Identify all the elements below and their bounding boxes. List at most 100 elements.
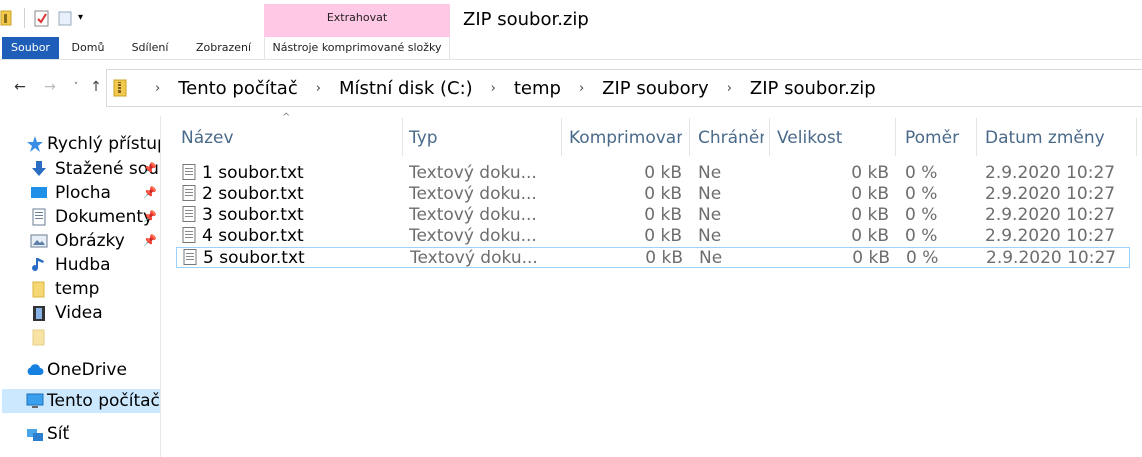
password-protected-cell: Ne [698,226,722,246]
sidebar-item-blurred-folder[interactable] [0,325,160,349]
breadcrumb-item[interactable]: ZIP soubory [602,78,709,99]
date-modified-cell: 2.9.2020 10:27 [985,226,1116,246]
sidebar-item-network[interactable]: Síť [0,422,160,446]
sidebar-item-temp[interactable]: temp [0,277,160,301]
column-header-password-protected[interactable]: Chráněno heslem [698,125,764,151]
column-divider[interactable] [561,118,562,156]
breadcrumb-separator[interactable]: › [316,81,321,96]
breadcrumb-separator[interactable]: › [579,81,584,96]
text-file-icon [182,164,196,180]
tab-sdileni[interactable]: Sdílení [117,37,183,59]
toolbar-separator [24,8,25,28]
file-name-cell[interactable]: 5 soubor.txt [183,248,403,269]
music-icon [32,258,44,272]
sidebar-item-documents[interactable]: Dokumenty 📌 [0,205,160,229]
sidebar-item-label: Tento počítač [47,391,160,411]
text-file-icon [182,206,196,222]
column-divider[interactable] [976,118,977,156]
breadcrumb-item[interactable]: Tento počítač [178,78,298,99]
tab-compressed-folder-tools[interactable]: Nástroje komprimované složky [264,37,450,59]
window-title: ZIP soubor.zip [463,9,589,30]
password-protected-cell: Ne [698,163,722,183]
sidebar-item-label: Plocha [55,183,111,203]
column-header-type[interactable]: Typ [409,125,559,151]
pictures-icon [30,234,48,248]
context-tab-header: Extrahovat [264,4,450,37]
navigation-bar: ← → ˅ ↑ › Tento počítač › Místní disk (C… [0,60,1142,116]
ratio-cell: 0 % [905,205,938,225]
size-cell: 0 kB [851,184,889,204]
table-row[interactable]: 1 soubor.txt Textový doku... 0 kB Ne 0 k… [176,163,1130,184]
column-divider[interactable] [689,118,690,156]
back-button[interactable]: ← [10,77,30,97]
ratio-cell: 0 % [905,163,938,183]
ribbon-tabs: Soubor Domů Sdílení Zobrazení Nástroje k… [0,37,1142,60]
file-name-cell[interactable]: 1 soubor.txt [182,163,402,184]
file-type-cell: Textový doku... [410,248,538,268]
file-name: 5 soubor.txt [203,248,305,268]
sidebar-item-label: Síť [47,424,70,444]
size-cell: 0 kB [851,205,889,225]
pin-icon[interactable]: 📌 [143,181,157,205]
column-header-compressed-size[interactable]: Komprimovaná velikost [569,125,682,151]
column-header-name[interactable]: Název [181,125,401,151]
title-bar: ▾ Extrahovat ZIP soubor.zip [0,0,1142,37]
sidebar-item-music[interactable]: Hudba [0,253,160,277]
column-header-date-modified[interactable]: Datum změny [985,125,1130,151]
compressed-size-cell: 0 kB [644,205,682,225]
sidebar-item-this-pc[interactable]: Tento počítač [2,389,160,413]
ratio-cell: 0 % [905,226,938,246]
file-name-cell[interactable]: 3 soubor.txt [182,205,402,226]
breadcrumb-separator[interactable]: › [727,81,732,96]
pin-icon[interactable]: 📌 [143,205,157,229]
file-type-cell: Textový doku... [409,226,537,246]
date-modified-cell: 2.9.2020 10:27 [985,205,1116,225]
column-header-size[interactable]: Velikost [777,125,887,151]
address-bar[interactable]: › Tento počítač › Místní disk (C:) › tem… [106,69,1142,107]
pin-icon[interactable]: 📌 [143,229,157,253]
breadcrumb-separator[interactable]: › [491,81,496,96]
column-divider[interactable] [402,118,403,156]
size-cell: 0 kB [851,163,889,183]
column-divider[interactable] [769,118,770,156]
breadcrumb-item[interactable]: temp [514,78,561,99]
sidebar-item-onedrive[interactable]: OneDrive [0,358,160,382]
sidebar-item-label: Dokumenty [55,207,154,227]
forward-button[interactable]: → [40,77,60,97]
breadcrumb-item[interactable]: ZIP soubor.zip [750,78,876,99]
new-folder-icon[interactable] [58,9,72,27]
sidebar-item-quick-access[interactable]: Rychlý přístup [0,132,160,156]
folder-icon [32,281,45,298]
tab-zobrazeni[interactable]: Zobrazení [183,37,264,59]
tab-domu[interactable]: Domů [59,37,117,59]
sidebar-item-downloads[interactable]: Stažené soubory 📌 [0,157,160,181]
sidebar-item-pictures[interactable]: Obrázky 📌 [0,229,160,253]
table-row[interactable]: 2 soubor.txt Textový doku... 0 kB Ne 0 k… [176,184,1130,205]
customize-dropdown-icon[interactable]: ▾ [78,9,90,27]
folder-icon[interactable] [0,9,14,27]
file-name-cell[interactable]: 4 soubor.txt [182,226,402,247]
table-row-focused[interactable]: 5 soubor.txt Textový doku... 0 kB Ne 0 k… [176,247,1130,268]
breadcrumb-separator[interactable]: › [155,81,160,96]
compressed-size-cell: 0 kB [644,163,682,183]
file-name-cell[interactable]: 2 soubor.txt [182,184,402,205]
sidebar-item-label: temp [55,279,100,299]
sidebar-item-desktop[interactable]: Plocha 📌 [0,181,160,205]
column-divider[interactable] [895,118,896,156]
up-button[interactable]: ↑ [86,77,106,97]
navigation-pane: Rychlý přístup Stažené soubory 📌 Plocha … [0,116,161,457]
column-divider[interactable] [1136,118,1137,156]
breadcrumb-item[interactable]: Místní disk (C:) [339,78,473,99]
recent-locations-chevron-down-icon[interactable]: ˅ [66,77,86,97]
file-type-cell: Textový doku... [409,205,537,225]
tab-soubor[interactable]: Soubor [2,37,59,59]
table-row[interactable]: 4 soubor.txt Textový doku... 0 kB Ne 0 k… [176,226,1130,247]
sidebar-item-videos[interactable]: Videa [0,301,160,325]
date-modified-cell: 2.9.2020 10:27 [985,163,1116,183]
column-header-ratio[interactable]: Poměr [905,125,977,151]
folder-icon [32,329,45,346]
properties-icon[interactable] [34,9,50,27]
pin-icon[interactable]: 📌 [143,157,157,181]
file-name: 4 soubor.txt [202,226,304,246]
table-row[interactable]: 3 soubor.txt Textový doku... 0 kB Ne 0 k… [176,205,1130,226]
